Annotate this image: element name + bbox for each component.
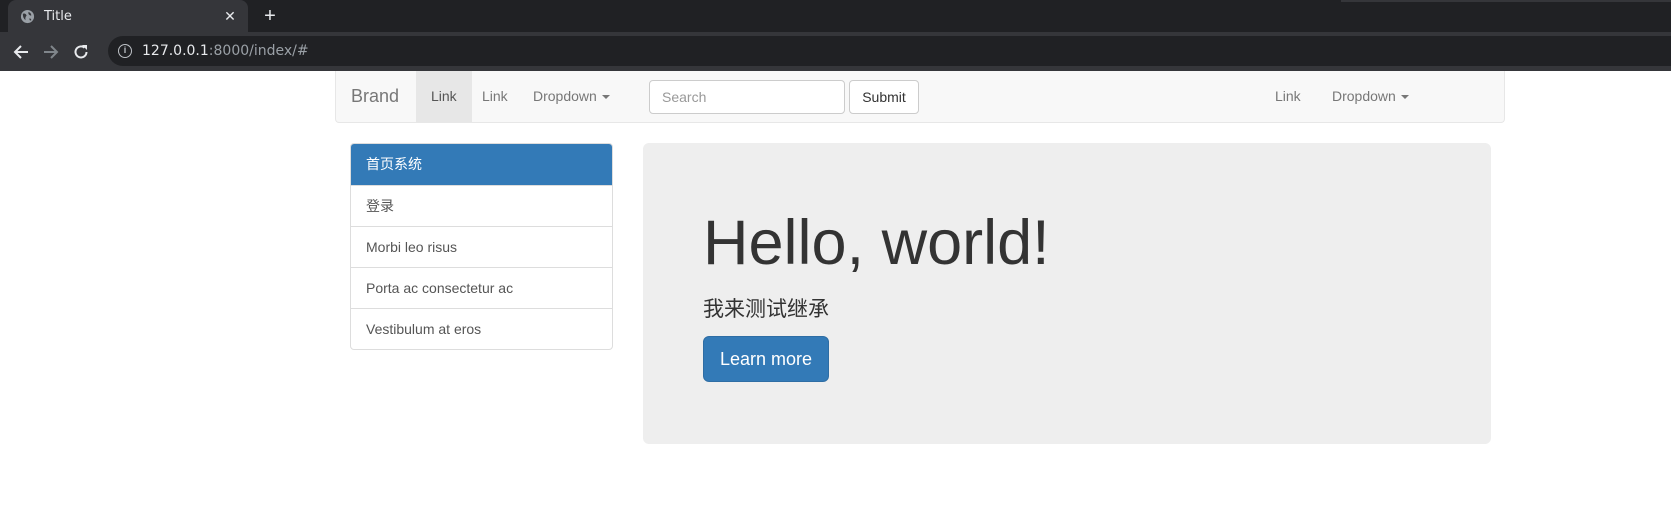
- nav-link-active[interactable]: Link: [416, 71, 472, 122]
- sidebar-list: 首页系统 登录 Morbi leo risus Porta ac consect…: [350, 143, 613, 350]
- navbar-brand[interactable]: Brand: [351, 86, 399, 107]
- arrow-left-icon: [13, 45, 28, 59]
- address-bar: i 127.0.0.1:8000/index/#: [0, 32, 1671, 71]
- info-icon[interactable]: i: [118, 44, 132, 58]
- caret-down-icon: [1400, 95, 1409, 100]
- globe-icon: [20, 9, 35, 24]
- jumbotron-title: Hello, world!: [703, 208, 1050, 278]
- submit-button[interactable]: Submit: [849, 80, 919, 114]
- arrow-right-icon: [44, 45, 59, 59]
- browser-tab[interactable]: Title ✕: [8, 0, 248, 32]
- nav-link-right[interactable]: Link: [1260, 71, 1316, 122]
- new-tab-button[interactable]: +: [258, 4, 282, 28]
- reload-button[interactable]: [68, 39, 94, 65]
- list-item[interactable]: Morbi leo risus: [351, 226, 612, 267]
- jumbotron-subtitle: 我来测试继承: [703, 297, 829, 321]
- list-item[interactable]: Porta ac consectetur ac: [351, 267, 612, 308]
- navbar: Brand Link Link Dropdown Submit Link Dro…: [335, 71, 1505, 123]
- close-icon[interactable]: ✕: [220, 6, 240, 26]
- list-item[interactable]: 登录: [351, 185, 612, 226]
- url-text: 127.0.0.1:8000/index/#: [142, 43, 309, 59]
- list-item-active[interactable]: 首页系统: [351, 144, 612, 185]
- nav-dropdown-left[interactable]: Dropdown: [518, 71, 625, 122]
- reload-icon: [74, 45, 88, 59]
- learn-more-button[interactable]: Learn more: [703, 336, 829, 382]
- url-field[interactable]: i 127.0.0.1:8000/index/#: [108, 36, 1671, 66]
- tabbar-divider: [1341, 0, 1671, 2]
- forward-button[interactable]: [38, 39, 64, 65]
- jumbotron: Hello, world! 我来测试继承 Learn more: [643, 143, 1491, 444]
- nav-link[interactable]: Link: [467, 71, 523, 122]
- back-button[interactable]: [8, 39, 34, 65]
- tab-title: Title: [44, 9, 72, 24]
- caret-down-icon: [601, 95, 610, 100]
- nav-dropdown-right[interactable]: Dropdown: [1317, 71, 1424, 122]
- list-item[interactable]: Vestibulum at eros: [351, 308, 612, 349]
- search-input[interactable]: [649, 80, 845, 114]
- browser-tab-strip: Title ✕ +: [0, 0, 1671, 32]
